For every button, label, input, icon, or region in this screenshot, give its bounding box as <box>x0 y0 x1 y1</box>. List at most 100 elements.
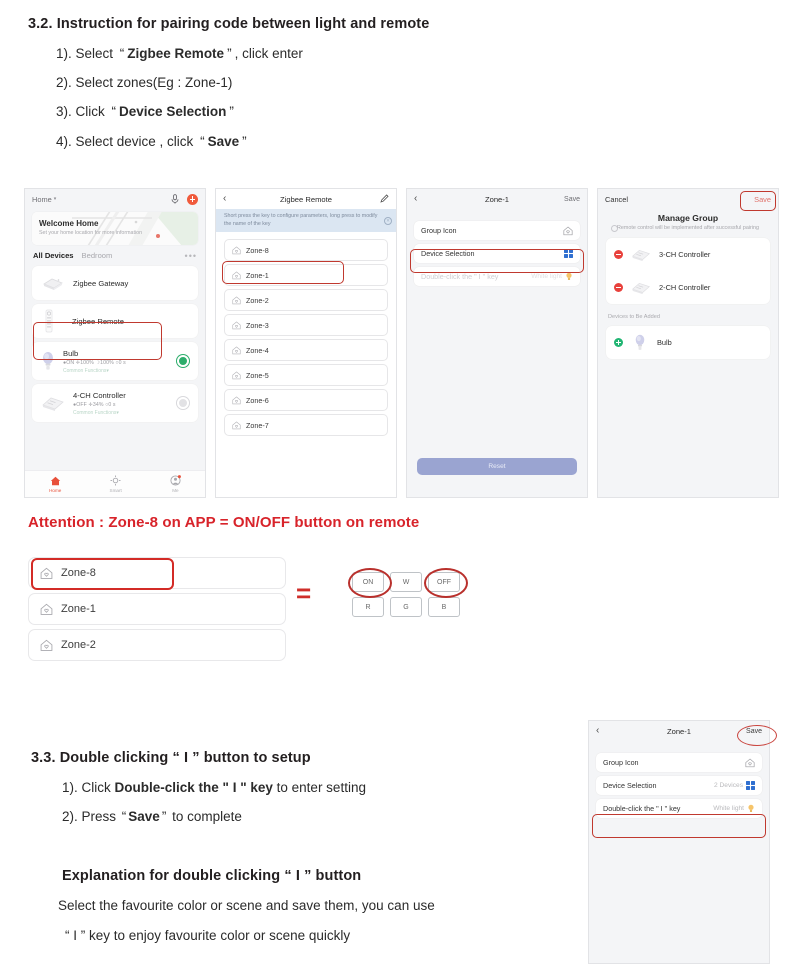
nav-item-home[interactable]: Home <box>49 476 61 493</box>
row-double-click-key[interactable]: Double-click the " I " key White light <box>596 799 762 818</box>
zone-row[interactable]: Zone-8 <box>224 239 388 262</box>
home-outline-icon <box>232 271 241 280</box>
step-1-pre: 1). Click <box>62 780 111 795</box>
row-device-selection[interactable]: Device Selection 2 Devices <box>596 776 762 795</box>
diagram-zone-row-8: Zone-8 <box>28 557 286 589</box>
welcome-banner[interactable]: Welcome Home Set your home location for … <box>32 212 198 245</box>
step-3-open-quote: “ <box>111 104 117 119</box>
zone-label: Zone-2 <box>246 295 269 305</box>
remote-icon <box>44 309 54 333</box>
nav-item-me[interactable]: Me <box>170 475 181 493</box>
zone-row[interactable]: Zone-5 <box>224 364 388 387</box>
step-2-text: 2). Select zones(Eg : Zone-1) <box>56 75 233 90</box>
phone-screenshot-zone1-configured: ‹ Zone-1 Save Group Icon Device Selectio… <box>588 720 770 964</box>
devices-to-be-added-label: Devices to Be Added <box>608 314 660 321</box>
grid-icon <box>746 781 755 790</box>
row-value: 2 Devices <box>714 782 743 789</box>
cancel-button[interactable]: Cancel <box>605 195 628 204</box>
remove-icon[interactable] <box>614 250 623 260</box>
plus-icon[interactable] <box>187 193 198 205</box>
device-card-zigbee-remote[interactable]: Zigbee Remote <box>32 304 198 338</box>
zone-row[interactable]: Zone-1 <box>224 264 388 287</box>
home-outline-icon <box>232 296 241 305</box>
device-status: ●ON ✛100% ☽100% ○0 s <box>63 359 126 366</box>
device-card-bulb[interactable]: Bulb ●ON ✛100% ☽100% ○0 s Common Functio… <box>32 342 198 380</box>
chevron-left-icon[interactable]: ‹ <box>223 193 226 204</box>
bulb-small-icon <box>566 272 572 280</box>
device-status: ●OFF ✛34% ○0 s <box>73 401 116 408</box>
pencil-icon[interactable] <box>363 193 389 205</box>
zone-label: Zone-7 <box>246 420 269 430</box>
remote-key-r[interactable]: R <box>352 597 384 617</box>
remote-key-on[interactable]: ON <box>352 572 384 592</box>
attention-note: Attention : Zone-8 on APP = ON/OFF butto… <box>28 514 420 531</box>
device-name: Zigbee Gateway <box>73 278 129 288</box>
welcome-subtitle: Set your home location for more informat… <box>39 230 143 236</box>
device-card-4ch-controller[interactable]: 4-CH Controller ●OFF ✛34% ○0 s Common Fu… <box>32 384 198 422</box>
remote-key-w[interactable]: W <box>390 572 422 592</box>
phone-screenshot-home: Home ▾ Welcome Home Set your home locati… <box>24 188 206 498</box>
group-device-row[interactable]: 2-CH Controller <box>606 271 770 304</box>
chevron-left-icon[interactable]: ‹ <box>414 193 417 204</box>
home-selector-label[interactable]: Home <box>32 195 52 204</box>
row-device-selection[interactable]: Device Selection <box>414 244 580 263</box>
chevron-left-icon[interactable]: ‹ <box>596 725 599 736</box>
tip-text: Short press the key to configure paramet… <box>224 213 378 227</box>
home-outline-icon <box>232 321 241 330</box>
tab-all-devices[interactable]: All Devices <box>33 251 74 260</box>
zone-label: Zone-2 <box>61 639 96 651</box>
remote-key-b[interactable]: B <box>428 597 460 617</box>
phone5-title: Zone-1 <box>666 726 692 736</box>
add-icon[interactable] <box>614 338 623 348</box>
zone-label: Zone-5 <box>246 370 269 380</box>
zone-row[interactable]: Zone-7 <box>224 414 388 437</box>
row-double-click-key[interactable]: Double-click the " I " key White light <box>414 267 580 286</box>
microphone-icon[interactable] <box>171 194 179 204</box>
save-button[interactable]: Save <box>754 195 771 204</box>
section-33-step-2: 2). Press “Save” to complete <box>62 809 242 824</box>
device-common-functions[interactable]: Common Functions▾ <box>63 368 126 374</box>
row-group-icon[interactable]: Group Icon <box>596 753 762 772</box>
step-2-post: to complete <box>172 809 242 824</box>
device-name: 2-CH Controller <box>659 283 711 293</box>
close-icon[interactable]: ✕ <box>384 217 392 225</box>
save-button[interactable]: Save <box>554 196 580 203</box>
tab-bedroom[interactable]: Bedroom <box>82 251 113 260</box>
bulb-icon <box>634 333 646 352</box>
group-device-row[interactable]: 3-CH Controller <box>606 238 770 271</box>
zone-row[interactable]: Zone-2 <box>224 289 388 312</box>
phone5-rows: Group Icon Device Selection 2 Devices Do… <box>589 741 769 818</box>
device-toggle[interactable] <box>177 355 189 367</box>
step-4-bold: Save <box>207 134 240 149</box>
device-toggle[interactable] <box>177 397 189 409</box>
bottom-navigation: Home Smart Me <box>25 470 205 497</box>
row-group-icon[interactable]: Group Icon <box>414 221 580 240</box>
reset-button[interactable]: Reset <box>417 458 577 475</box>
home-outline-icon <box>40 639 53 651</box>
group-devices-card: 3-CH Controller 2-CH Controller <box>606 238 770 305</box>
addable-device-row[interactable]: Bulb <box>606 326 770 359</box>
save-button[interactable]: Save <box>736 728 762 735</box>
remote-key-off[interactable]: OFF <box>428 572 460 592</box>
step-1-bold: Double-click the " I " key <box>114 780 273 795</box>
device-common-functions[interactable]: Common Functions▾ <box>73 410 126 416</box>
zone-row[interactable]: Zone-6 <box>224 389 388 412</box>
zone-row[interactable]: Zone-3 <box>224 314 388 337</box>
zone-row[interactable]: Zone-4 <box>224 339 388 362</box>
step-1-tail: , click enter <box>234 46 303 61</box>
section-32-step-4: 4). Select device , click “Save” <box>56 134 250 149</box>
nav-label: Smart <box>109 488 122 493</box>
remote-key-g[interactable]: G <box>390 597 422 617</box>
step-3-text: 3). Click <box>56 104 105 119</box>
device-card-zigbee-gateway[interactable]: Zigbee Gateway <box>32 266 198 300</box>
section-32-step-2: 2). Select zones(Eg : Zone-1) <box>56 75 232 90</box>
step-2-bold: Save <box>128 809 160 824</box>
chevron-down-icon[interactable]: ▾ <box>54 196 57 202</box>
section-32-step-1: 1). Select “Zigbee Remote”, click enter <box>56 46 303 61</box>
section-33-step-1: 1). Click Double-click the " I " key to … <box>62 780 366 795</box>
more-options-icon[interactable]: ••• <box>185 251 197 260</box>
step-2-open-quote: “ <box>121 809 127 824</box>
controller-icon <box>630 280 652 295</box>
remove-icon[interactable] <box>614 283 623 293</box>
nav-item-smart[interactable]: Smart <box>110 475 122 493</box>
